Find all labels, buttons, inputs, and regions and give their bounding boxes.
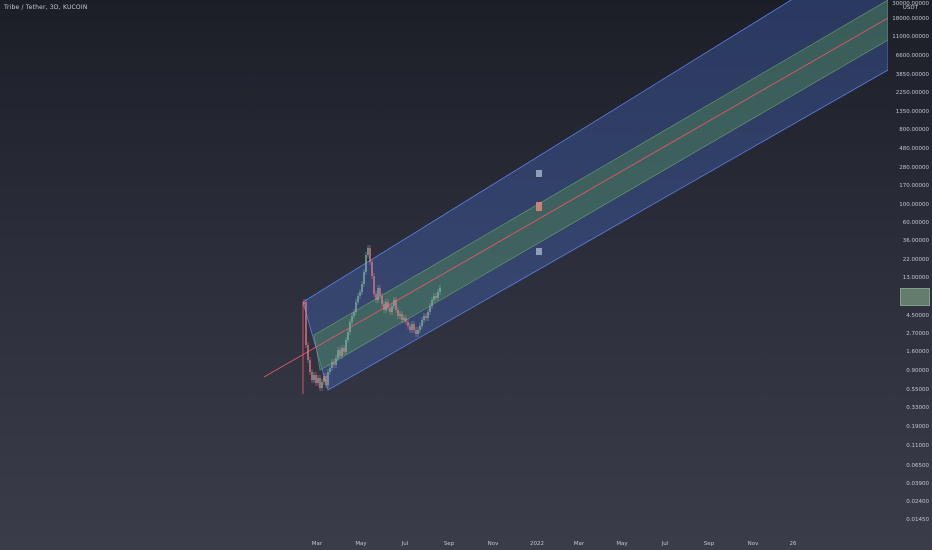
price-label: 800.00000 [899,127,929,133]
price-label: 0.11000 [906,443,929,449]
price-label: 2250.00000 [895,90,929,96]
price-label: 22.00000 [902,257,929,263]
time-label: 26 [789,541,797,547]
price-label: 170.00000 [899,183,929,189]
time-axis[interactable]: Mar May Jul Sep Nov 2022 Mar May Jul Sep Nov 26 [0,536,888,550]
time-label: Jul [661,541,669,547]
band-marker-mid [536,202,542,211]
price-label: 30000.00000 [892,1,929,7]
price-label: 2.70000 [906,331,929,337]
time-label: 2022 [530,541,544,547]
price-label: 0.90000 [906,368,929,374]
price-label: 1.60000 [906,349,929,355]
band-marker-upper [536,170,542,177]
price-label: 36.00000 [902,238,929,244]
price-label: 0.01450 [906,517,929,523]
price-label: 0.19000 [906,424,929,430]
price-label: 0.02400 [906,499,929,505]
price-label: 0.06500 [906,463,929,469]
chart-area[interactable]: Tribe / Tether, 3D, KUCOIN USDT 30000.00… [0,0,932,550]
channel-midline [263,17,888,378]
price-label: 6600.00000 [895,53,929,59]
time-label: Jul [401,541,409,547]
time-label: May [355,541,367,547]
price-label: 100.00000 [899,202,929,208]
current-price-tag [900,288,930,306]
price-axis[interactable]: USDT 30000.00000 18000.00000 11000.00000 66… [888,0,932,536]
price-label: 3850.00000 [895,72,929,78]
time-label: Nov [747,541,759,547]
price-label: 11000.00000 [892,34,929,40]
band-marker-lower [536,248,542,255]
price-label: 1350.00000 [895,109,929,115]
time-label: Sep [443,541,455,547]
price-label: 0.03900 [906,481,929,487]
time-label: May [616,541,628,547]
regression-channel[interactable] [0,0,888,536]
time-label: Nov [487,541,499,547]
price-label: 0.33000 [906,405,929,411]
price-label: 280.00000 [899,165,929,171]
price-label: 60.00000 [902,220,929,226]
symbol-title: Tribe / Tether, 3D, KUCOIN [4,4,88,11]
price-label: 480.00000 [899,146,929,152]
price-label: 0.55000 [906,387,929,393]
price-label: 18000.00000 [892,16,929,22]
time-label: Sep [703,541,715,547]
time-label: Mar [311,541,323,547]
price-label: 4.50000 [906,313,929,319]
time-label: Mar [573,541,585,547]
price-label: 13.00000 [902,275,929,281]
